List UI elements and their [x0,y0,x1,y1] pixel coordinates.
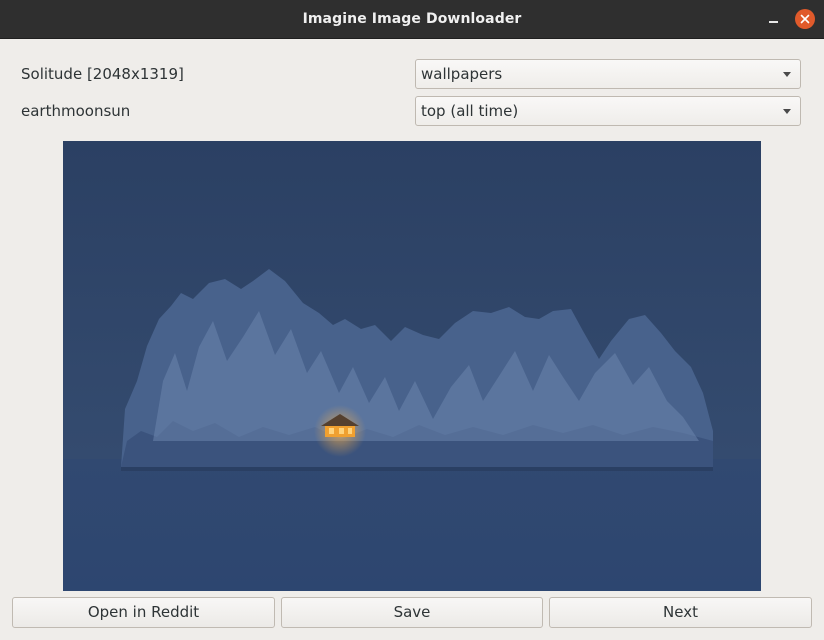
close-icon [800,14,810,24]
subreddit-select[interactable]: wallpapers [415,59,801,89]
sort-select-value: top (all time) [421,102,519,120]
next-button[interactable]: Next [549,597,812,628]
close-button[interactable] [795,9,815,29]
title-bar: Imagine Image Downloader [0,0,824,39]
cabin-light [314,405,366,457]
minimize-button[interactable] [764,9,782,29]
image-preview [63,141,761,591]
image-author-label: earthmoonsun [21,102,131,120]
sort-select[interactable]: top (all time) [415,96,801,126]
dropdown-arrow-icon [783,109,791,114]
minimize-icon [768,21,778,23]
save-button[interactable]: Save [281,597,543,628]
dropdown-arrow-icon [783,72,791,77]
open-in-reddit-button[interactable]: Open in Reddit [12,597,275,628]
window-title: Imagine Image Downloader [302,11,522,27]
subreddit-select-value: wallpapers [421,65,503,83]
app-window: Imagine Image Downloader Solitude [2048x… [0,0,824,640]
image-title-label: Solitude [2048x1319] [21,65,184,83]
